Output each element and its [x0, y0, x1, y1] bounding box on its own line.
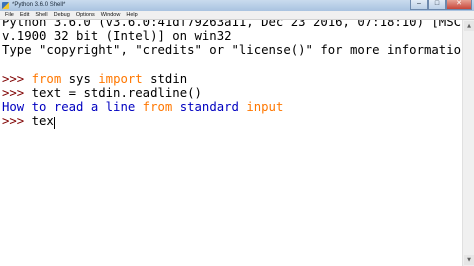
current-input-line[interactable]: >>> tex [2, 114, 54, 128]
current-input[interactable]: tex [32, 114, 54, 128]
window-controls: – □ ✕ [410, 0, 472, 10]
keyword-from: from [142, 100, 173, 114]
minimize-icon[interactable]: – [410, 0, 428, 10]
stdin-text: standard [172, 100, 247, 114]
scroll-down-icon[interactable]: ▼ [464, 255, 474, 265]
prompt: >>> [2, 72, 32, 86]
command-line-2: >>> text = stdin.readline() [2, 86, 202, 100]
banner-line-1: Python 3.6.0 (v3.6.0:41df79263a11, Dec 2… [2, 20, 462, 29]
stdin-text: How to read a line [2, 100, 143, 114]
keyword-import: import [98, 72, 143, 86]
maximize-icon[interactable]: □ [428, 0, 446, 10]
scroll-up-icon[interactable]: ▲ [464, 21, 474, 31]
python-icon [2, 2, 9, 9]
menu-edit[interactable]: Edit [17, 11, 32, 19]
code-text: sys [61, 72, 99, 86]
prompt: >>> [2, 86, 32, 100]
menu-window[interactable]: Window [98, 11, 124, 19]
menu-bar: File Edit Shell Debug Options Window Hel… [0, 11, 474, 20]
banner-line-3: Type "copyright", "credits" or "license(… [2, 43, 462, 57]
text-cursor [54, 117, 55, 129]
keyword-from: from [31, 72, 62, 86]
menu-options[interactable]: Options [73, 11, 98, 19]
menu-debug[interactable]: Debug [51, 11, 73, 19]
idle-shell-window: *Python 3.6.0 Shell* – □ ✕ File Edit She… [0, 0, 474, 266]
banner-line-2: v.1900 32 bit (Intel)] on win32 [2, 29, 232, 43]
code-text: stdin [142, 72, 188, 86]
menu-help[interactable]: Help [123, 11, 140, 19]
menu-file[interactable]: File [2, 11, 17, 19]
keyword-input: input [246, 100, 284, 114]
command-line-1: >>> from sys import stdin [2, 72, 187, 86]
stdin-line: How to read a line from standard input [2, 100, 283, 114]
code-text: text = stdin.readline() [31, 86, 202, 100]
menu-shell[interactable]: Shell [32, 11, 50, 19]
vertical-scrollbar[interactable]: ▲ ▼ [462, 20, 474, 266]
window-title: *Python 3.6.0 Shell* [12, 2, 66, 8]
shell-text-area[interactable]: Python 3.6.0 (v3.6.0:41df79263a11, Dec 2… [0, 20, 462, 266]
close-icon[interactable]: ✕ [446, 0, 472, 10]
prompt: >>> [2, 114, 32, 128]
